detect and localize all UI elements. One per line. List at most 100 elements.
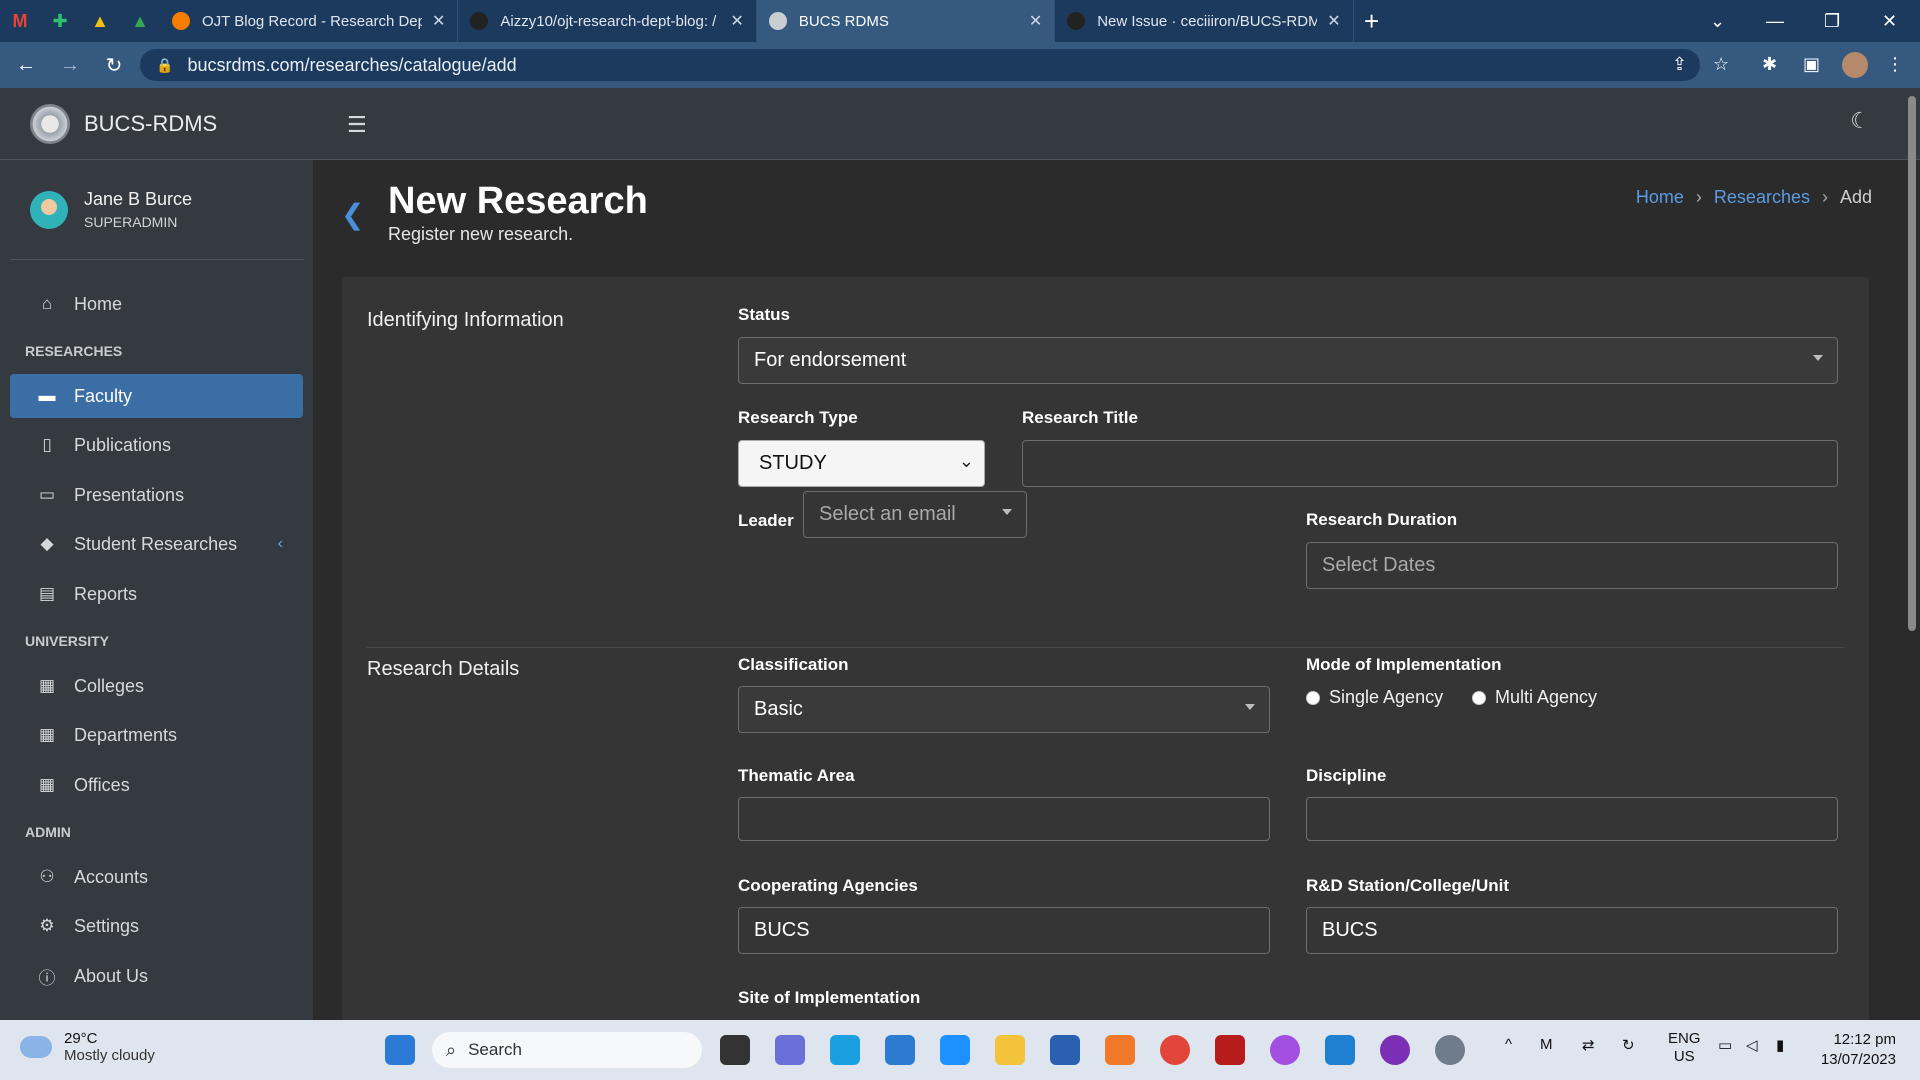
close-icon[interactable]: ✕: [730, 11, 743, 31]
radio-dot[interactable]: [1472, 690, 1486, 705]
teams-icon[interactable]: [775, 1035, 805, 1065]
hamburger-menu-icon[interactable]: ☰: [347, 112, 367, 138]
drive-pinned-tab-2[interactable]: ▲: [120, 0, 160, 42]
thematic-area-input[interactable]: [738, 797, 1270, 841]
settings-gear-icon[interactable]: [1435, 1035, 1465, 1065]
back-arrow-icon[interactable]: ←: [8, 54, 44, 77]
discipline-input[interactable]: [1306, 797, 1838, 841]
sidebar-item-departments[interactable]: ▦ Departments: [10, 713, 303, 757]
share-icon[interactable]: ⇪: [1672, 54, 1687, 75]
vscode-icon[interactable]: [1325, 1035, 1355, 1065]
breadcrumb-current: Add: [1839, 187, 1872, 207]
brand-link[interactable]: BUCS-RDMS: [0, 88, 313, 160]
github-desktop-icon[interactable]: [1380, 1035, 1410, 1065]
sliders-icon[interactable]: ⇄: [1582, 1036, 1595, 1054]
sidebar-item-about[interactable]: ⓘ About Us: [10, 954, 303, 998]
sidebar-item-faculty[interactable]: ▬ Faculty: [10, 374, 303, 418]
breadcrumb-home[interactable]: Home: [1636, 187, 1684, 208]
language-indicator[interactable]: ENG US: [1668, 1030, 1701, 1066]
breadcrumb-separator-icon: ›: [1821, 187, 1828, 207]
xampp-icon[interactable]: [1105, 1035, 1135, 1065]
drive-pinned-tab[interactable]: ▲: [80, 0, 120, 42]
more-menu-icon[interactable]: ⋮: [1886, 54, 1904, 75]
sidebar-item-presentations[interactable]: ▭ Presentations: [10, 473, 303, 517]
tab-bucs-rdms[interactable]: BUCS RDMS ✕: [756, 0, 1056, 42]
leader-placeholder: Select an email: [819, 503, 956, 525]
sidebar-item-accounts[interactable]: ⚇ Accounts: [10, 855, 303, 899]
taskbar-search[interactable]: ⌕ Search: [432, 1032, 702, 1068]
status-select[interactable]: For endorsement: [738, 337, 1838, 384]
battery-icon[interactable]: ▮: [1776, 1036, 1784, 1054]
bookmark-star-icon[interactable]: ☆: [1713, 54, 1729, 75]
tab-search-icon[interactable]: ⌄: [1710, 0, 1725, 42]
sidebar-item-label: Student Researches: [74, 533, 238, 554]
weather-widget[interactable]: 29°C Mostly cloudy: [20, 1030, 155, 1064]
duration-date-input[interactable]: Select Dates: [1306, 542, 1838, 589]
sheets-pinned-tab[interactable]: ✚: [40, 0, 80, 42]
research-title-input[interactable]: [1022, 440, 1838, 487]
radio-label: Single Agency: [1329, 687, 1444, 707]
classification-label: Classification: [738, 655, 849, 674]
back-chevron-icon[interactable]: ❮: [341, 198, 364, 231]
reload-icon[interactable]: ↻: [96, 53, 132, 78]
url-bar[interactable]: 🔒 bucsrdms.com/researches/catalogue/add: [140, 49, 1700, 81]
task-view-icon[interactable]: [720, 1035, 750, 1065]
close-icon[interactable]: ✕: [432, 11, 445, 31]
bucs-logo-icon: [768, 12, 787, 30]
leader-select[interactable]: Select an email: [803, 491, 1027, 538]
tab-ojt-blog[interactable]: OJT Blog Record - Research Depa ✕: [160, 0, 459, 42]
minimize-button[interactable]: —: [1766, 0, 1784, 42]
chevron-up-icon[interactable]: ^: [1505, 1036, 1512, 1053]
sidebar-item-reports[interactable]: ▤ Reports: [10, 572, 303, 616]
bucs-logo: [30, 103, 70, 144]
search-label: Search: [468, 1040, 522, 1059]
github-icon: [470, 12, 489, 30]
moon-icon[interactable]: ☾: [1850, 108, 1870, 134]
tab-github-blog[interactable]: Aizzy10/ojt-research-dept-blog: / ✕: [458, 0, 757, 42]
acrobat-icon[interactable]: [1215, 1035, 1245, 1065]
chrome-icon[interactable]: [1160, 1035, 1190, 1065]
forward-arrow-icon[interactable]: →: [52, 54, 88, 77]
tab-new-issue[interactable]: New Issue · ceciiiron/BUCS-RDMS ✕: [1055, 0, 1354, 42]
edge-icon[interactable]: [830, 1035, 860, 1065]
radio-dot[interactable]: [1306, 690, 1320, 705]
chat-icon[interactable]: [940, 1035, 970, 1065]
sidebar-item-home[interactable]: ⌂ Home: [10, 282, 303, 326]
clock[interactable]: 12:12 pm 13/07/2023: [1821, 1030, 1896, 1070]
gmail-tray-icon[interactable]: M: [1540, 1036, 1553, 1053]
sidebar-item-settings[interactable]: ⚙ Settings: [10, 904, 303, 948]
start-windows-icon[interactable]: [385, 1035, 415, 1065]
sync-icon[interactable]: ↻: [1622, 1036, 1635, 1054]
sidebar-item-colleges[interactable]: ▦ Colleges: [10, 664, 303, 708]
close-window-button[interactable]: ✕: [1882, 0, 1897, 42]
blogger-icon: [172, 12, 190, 30]
side-panel-icon[interactable]: ▣: [1803, 54, 1820, 75]
station-input[interactable]: BUCS: [1306, 907, 1838, 954]
page-scrollbar[interactable]: [1908, 96, 1916, 631]
status-label: Status: [738, 305, 790, 324]
file-explorer-icon[interactable]: [995, 1035, 1025, 1065]
profile-avatar[interactable]: [1842, 52, 1868, 78]
mode-multi-agency-radio[interactable]: Multi Agency: [1472, 687, 1597, 708]
messenger-icon[interactable]: [1270, 1035, 1300, 1065]
volume-icon[interactable]: ◁: [1746, 1036, 1758, 1054]
sidebar-item-offices[interactable]: ▦ Offices: [10, 763, 303, 807]
mail-icon[interactable]: [885, 1035, 915, 1065]
mode-single-agency-radio[interactable]: Single Agency: [1306, 687, 1443, 708]
gmail-pinned-tab[interactable]: M: [0, 0, 40, 42]
cooperating-agencies-input[interactable]: BUCS: [738, 907, 1270, 954]
user-panel[interactable]: Jane B Burce SUPERADMIN: [10, 160, 304, 260]
sidebar-item-publications[interactable]: ▯ Publications: [10, 423, 303, 467]
network-icon[interactable]: ▭: [1718, 1036, 1732, 1054]
breadcrumb-researches[interactable]: Researches: [1714, 187, 1810, 208]
new-tab-button[interactable]: +: [1354, 0, 1390, 42]
word-icon[interactable]: [1050, 1035, 1080, 1065]
extensions-puzzle-icon[interactable]: ✱: [1762, 54, 1777, 75]
classification-select[interactable]: Basic: [738, 686, 1270, 733]
close-icon[interactable]: ✕: [1029, 11, 1042, 31]
section-identifying: Identifying Information: [367, 309, 564, 331]
research-type-select[interactable]: STUDY ⌄: [738, 440, 985, 487]
sidebar-item-student-researches[interactable]: ◆ Student Researches ‹: [10, 522, 303, 566]
restore-button[interactable]: ❐: [1824, 0, 1840, 42]
close-icon[interactable]: ✕: [1327, 11, 1340, 31]
